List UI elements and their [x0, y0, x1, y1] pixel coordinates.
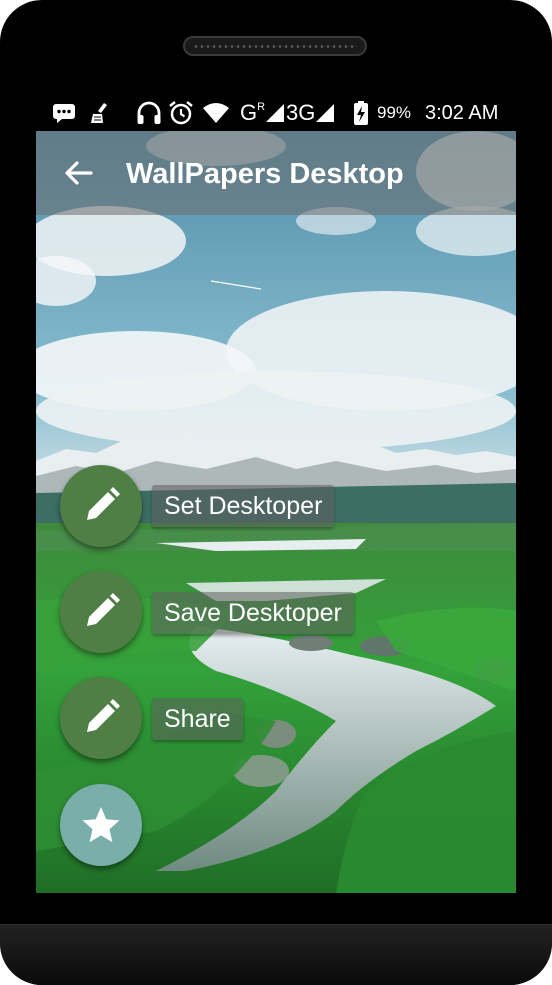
- save-desktoper-label[interactable]: Save Desktoper: [152, 592, 354, 634]
- headphones-icon: [136, 96, 162, 130]
- status-bar: G R 3G 99% 3:02 AM: [36, 96, 516, 130]
- back-button[interactable]: [60, 157, 96, 189]
- clock: 3:02 AM: [425, 101, 499, 124]
- alarm-icon: [168, 96, 194, 130]
- phone-chin: [0, 924, 552, 985]
- roaming-label: R: [257, 101, 266, 113]
- share-label[interactable]: Share: [152, 698, 243, 740]
- message-icon: [52, 96, 76, 130]
- set-desktoper-button[interactable]: [60, 465, 142, 547]
- earpiece-speaker: [183, 36, 367, 56]
- app-bar: WallPapers Desktop: [36, 131, 516, 215]
- star-icon: [82, 807, 120, 843]
- pencil-icon: [87, 593, 120, 626]
- set-desktoper-label[interactable]: Set Desktoper: [152, 485, 335, 527]
- cleaner-icon: [90, 96, 112, 130]
- phone-frame: G R 3G 99% 3:02 AM WallPapers Desktop Se…: [0, 0, 552, 985]
- battery-charging-icon: [354, 96, 368, 130]
- save-desktoper-button[interactable]: [60, 571, 142, 653]
- page-title: WallPapers Desktop: [126, 158, 404, 190]
- network-type-label: 3G: [286, 100, 316, 125]
- share-button[interactable]: [60, 677, 142, 759]
- pencil-icon: [87, 487, 120, 520]
- battery-percent: 99%: [377, 103, 412, 122]
- signal-3g-icon: 3G: [286, 96, 335, 130]
- main-fab-button[interactable]: [60, 784, 142, 866]
- app-screen: WallPapers Desktop Set Desktoper Save De…: [36, 131, 516, 893]
- arrow-left-icon: [65, 161, 93, 185]
- pencil-icon: [87, 699, 120, 732]
- wifi-icon: [202, 96, 230, 130]
- signal-g-r-icon: G R: [240, 96, 285, 130]
- sim-network-label: G: [240, 100, 258, 125]
